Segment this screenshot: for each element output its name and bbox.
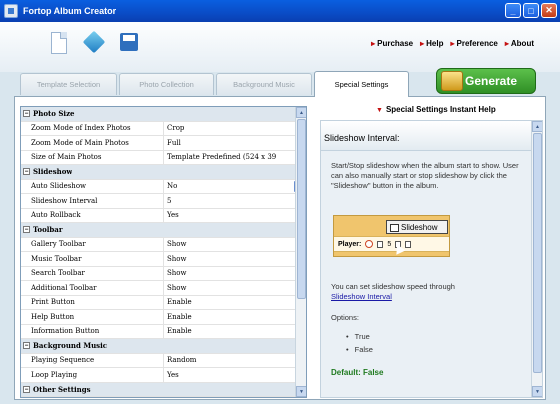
next-icon [405,240,412,248]
table-row[interactable]: Auto SlideshowNo▼ [21,179,306,194]
scroll-down-icon[interactable]: ▼ [532,386,542,397]
default-value: Default: False [331,368,384,377]
example-screenshot: Slideshow Player: 5 [333,215,450,257]
category-photo-size[interactable]: − Photo Size [21,107,306,122]
table-row[interactable]: Slideshow Interval 5 [21,194,306,209]
table-row[interactable]: Playing Sequence Random [21,353,306,368]
link-preference[interactable]: ▸ Preference [451,39,498,48]
save-icon[interactable] [118,30,140,56]
player-strip: Player: 5 [334,236,449,252]
scroll-thumb[interactable] [533,133,542,373]
collapse-icon[interactable]: − [23,168,30,176]
collapse-icon[interactable]: − [23,226,30,234]
app-icon [4,4,18,18]
scroll-thumb[interactable] [297,119,306,299]
help-scrollbar[interactable]: ▲ ▼ [531,121,542,397]
new-document-icon[interactable] [48,30,70,56]
scroll-down-icon[interactable]: ▼ [296,386,306,397]
window-title: Fortop Album Creator [23,6,117,16]
link-about[interactable]: ▸ About [505,39,534,48]
header: ▸ Purchase ▸ Help ▸ Preference ▸ About [0,22,560,72]
generate-button[interactable]: Generate [436,68,536,94]
category-slideshow[interactable]: − Slideshow [21,165,306,180]
table-row[interactable]: Size of Main Photos Template Predefined (… [21,150,306,165]
table-row[interactable]: Zoom Mode of Main Photos Full [21,136,306,151]
window-controls: _ □ ✕ [505,3,557,18]
help-panel: Slideshow Interval: Start/Stop slideshow… [320,120,543,398]
slideshow-popup: Slideshow [386,220,448,234]
title-bar: Fortop Album Creator _ □ ✕ [0,0,560,22]
table-row[interactable]: Zoom Mode of Index Photos Crop [21,121,306,136]
link-help[interactable]: ▸ Help [420,39,443,48]
grid-scrollbar[interactable]: ▲ ▼ [295,107,306,397]
stop-icon [377,240,384,248]
options-label: Options: [331,313,359,322]
slideshow-interval-link[interactable]: Slideshow Interval [331,292,521,302]
collapse-icon[interactable]: − [23,110,30,118]
help-description: Start/Stop slideshow when the album star… [331,161,519,190]
top-links: ▸ Purchase ▸ Help ▸ Preference ▸ About [371,39,534,48]
table-row[interactable]: Loop Playing Yes [21,368,306,383]
scroll-up-icon[interactable]: ▲ [296,107,306,118]
maximize-button[interactable]: □ [523,3,539,18]
tab-background-music[interactable]: Background Music [216,73,312,95]
list-item: False [346,345,373,358]
property-grid: − Photo Size Zoom Mode of Index Photos Cro… [20,106,307,398]
table-row[interactable]: Gallery Toolbar Show [21,237,306,252]
table-row[interactable]: Additional Toolbar Show [21,281,306,296]
list-item: True [346,332,373,345]
table-row[interactable]: Search Toolbar Show [21,266,306,281]
category-background-music[interactable]: − Background Music [21,339,306,354]
album-icon [441,71,463,91]
help-speed-text: You can set slideshow speed through Slid… [331,282,521,302]
help-header: Slideshow Interval: [321,121,531,151]
minimize-button[interactable]: _ [505,3,521,18]
table-row[interactable]: Auto Rollback Yes [21,208,306,223]
main-panel: − Photo Size Zoom Mode of Index Photos Cro… [14,96,546,400]
tab-template-selection[interactable]: Template Selection [20,73,117,95]
table-row[interactable]: Help Button Enable [21,310,306,325]
link-purchase[interactable]: ▸ Purchase [371,39,413,48]
arrow-icon: ▸ [420,39,425,48]
options-list: True False [346,332,373,358]
arrow-icon: ▸ [450,39,455,48]
generate-label: Generate [465,74,518,88]
collapse-icon[interactable]: − [23,342,30,350]
collapse-icon[interactable]: − [23,385,30,393]
table-row[interactable]: Information Button Enable [21,324,306,339]
instant-help-link[interactable]: ▼ Special Settings Instant Help [376,105,496,114]
play-icon [365,240,374,248]
arrow-icon: ▸ [371,39,376,48]
category-toolbar[interactable]: − Toolbar [21,223,306,238]
table-row[interactable]: Print Button Enable [21,295,306,310]
close-button[interactable]: ✕ [541,3,557,18]
tab-photo-collection[interactable]: Photo Collection [119,73,214,95]
tab-special-settings[interactable]: Special Settings [314,71,409,97]
arrow-down-icon: ▼ [376,107,383,114]
open-icon[interactable] [82,30,106,56]
category-other-settings[interactable]: − Other Settings [21,382,306,397]
table-row[interactable]: Music Toolbar Show [21,252,306,267]
arrow-icon: ▸ [504,39,509,48]
scroll-up-icon[interactable]: ▲ [532,121,542,132]
